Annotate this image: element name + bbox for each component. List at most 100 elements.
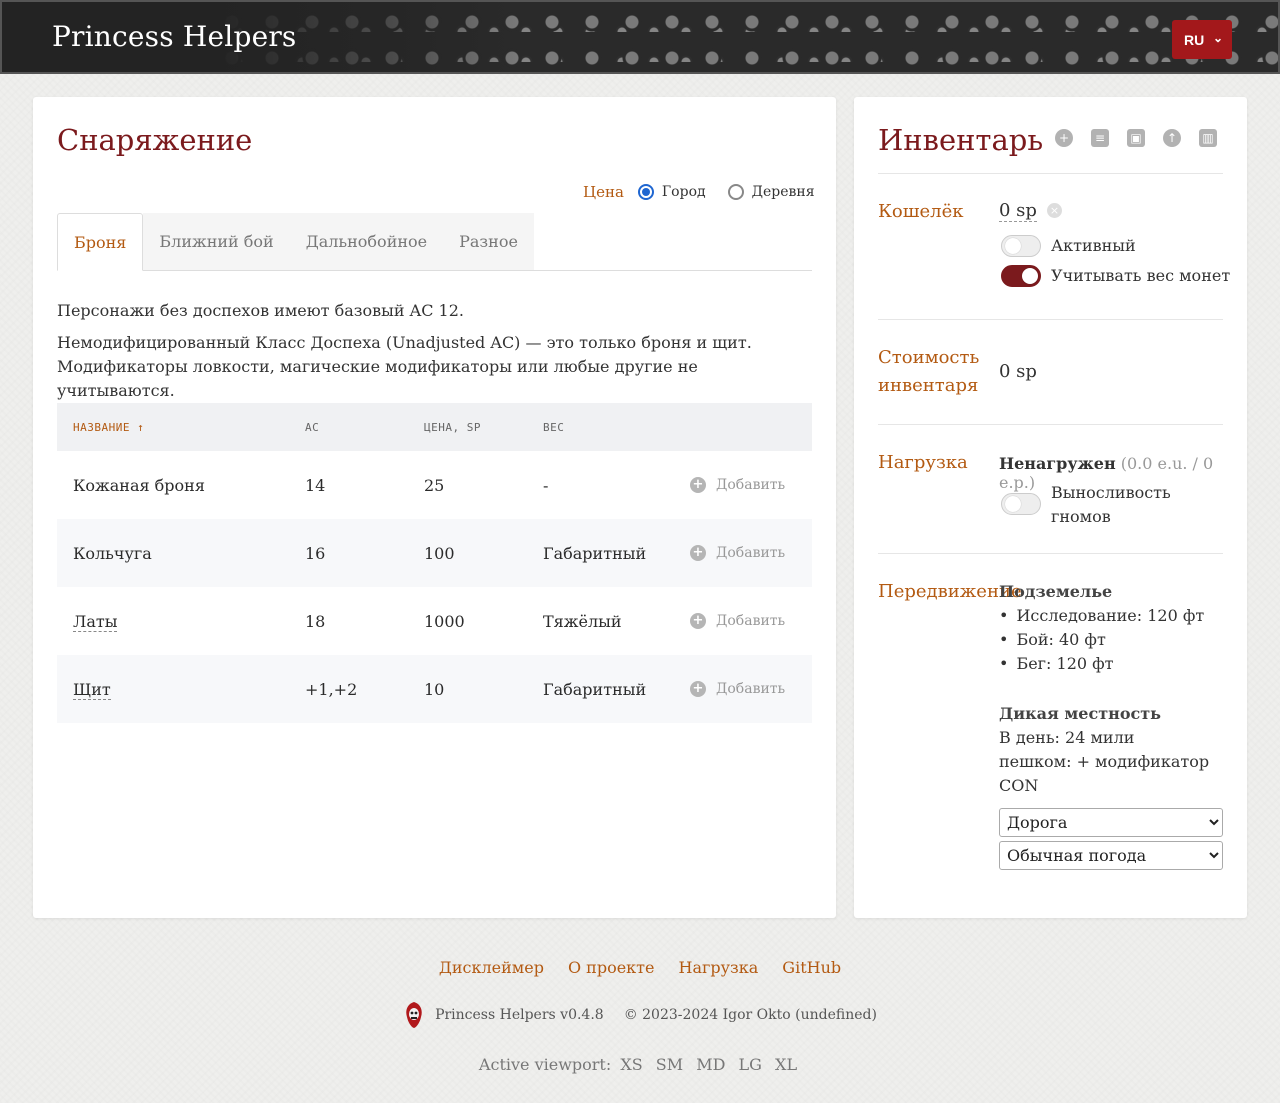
active-switch[interactable] <box>1001 235 1041 257</box>
item-price: 100 <box>408 519 527 587</box>
table-row: Латы 18 1000 Тяжёлый + Добавить <box>57 587 812 655</box>
language-select[interactable]: RU ⌄ <box>1172 20 1232 59</box>
plus-circle-icon: + <box>690 545 706 561</box>
plus-circle-icon: + <box>690 477 706 493</box>
chevron-down-icon: ⌄ <box>1212 31 1223 45</box>
breakpoint-md: MD <box>696 1055 726 1074</box>
column-header-ac[interactable]: AC <box>289 403 408 451</box>
purse-active-toggle[interactable]: Активный <box>1001 234 1136 258</box>
add-item-button[interactable]: + Добавить <box>690 681 812 697</box>
item-price: 25 <box>424 475 445 495</box>
trash-icon[interactable]: ▥ <box>1199 129 1217 147</box>
table-row: Кольчуга 16 100 Габаритный + Добавить <box>57 519 812 587</box>
divider <box>878 424 1223 425</box>
plus-circle-icon: + <box>690 681 706 697</box>
item-name: Кожаная броня <box>73 475 205 495</box>
load-label: Нагрузка <box>878 452 968 473</box>
item-price: 1000 <box>424 611 465 631</box>
add-item-button[interactable]: + Добавить <box>690 477 812 493</box>
armor-table: НАЗВАНИЕ ↑ AC ЦЕНА, SP ВЕС Кожаная броня… <box>57 403 812 723</box>
coin-weight-toggle[interactable]: Учитывать вес монет <box>1001 264 1230 288</box>
tab-ranged[interactable]: Дальнобойное <box>289 213 444 270</box>
list-item: Бой: 40 фт <box>999 628 1204 652</box>
divider <box>878 319 1223 320</box>
list-item: Бег: 120 фт <box>999 652 1204 676</box>
item-name[interactable]: Щит <box>73 679 111 700</box>
footer-link-about[interactable]: О проекте <box>568 958 655 977</box>
inventory-card: Инвентарь + ≡ ▣ ↑ ▥ Кошелёк 0 sp × Активн… <box>854 97 1247 918</box>
coins-icon[interactable]: ≡ <box>1091 129 1109 147</box>
active-viewport: Active viewport: XS SM MD LG XL <box>478 1055 798 1074</box>
price-label: Цена <box>583 183 624 201</box>
list-item: Исследование: 120 фт <box>999 604 1204 628</box>
purse-value-row: 0 sp × <box>999 200 1062 222</box>
inventory-toolbar: + ≡ ▣ ↑ ▥ <box>1055 129 1235 147</box>
tab-melee[interactable]: Ближний бой <box>143 213 290 270</box>
price-selector: Цена Город Деревня <box>583 183 837 201</box>
dungeon-title: Подземелье <box>999 582 1113 601</box>
item-price: 10 <box>408 655 527 723</box>
divider <box>878 553 1223 554</box>
item-weight: Тяжёлый <box>543 611 622 631</box>
radio-village[interactable]: Деревня <box>727 184 815 200</box>
plus-circle-icon: + <box>690 613 706 629</box>
purse-value[interactable]: 0 sp <box>999 200 1037 222</box>
table-row: Кожаная броня 14 25 - + Добавить <box>57 451 812 519</box>
top-bar: Princess Helpers RU ⌄ <box>0 0 1280 74</box>
wilderness-title: Дикая местность <box>999 704 1162 723</box>
item-weight: - <box>543 475 549 495</box>
app-version: Princess Helpers v0.4.8 <box>435 1007 604 1023</box>
radio-city[interactable]: Город <box>637 184 706 200</box>
language-value: RU <box>1184 31 1205 48</box>
item-name[interactable]: Латы <box>73 611 118 632</box>
inventory-title: Инвентарь <box>878 123 1044 157</box>
footer-version-row: Princess Helpers v0.4.8 © 2023-2024 Igor… <box>0 1001 1280 1029</box>
coin-weight-switch[interactable] <box>1001 265 1041 287</box>
princess-logo-icon <box>406 1002 422 1028</box>
item-weight: Габаритный <box>527 519 674 587</box>
item-weight: Габаритный <box>527 655 674 723</box>
footer-links: Дисклеймер О проекте Нагрузка GitHub <box>0 958 1280 977</box>
clear-icon[interactable]: × <box>1046 203 1062 218</box>
briefcase-icon[interactable]: ▣ <box>1127 129 1145 147</box>
radio-village-indicator[interactable] <box>727 184 744 200</box>
armor-description-unadjusted: Немодифицированный Класс Доспеха (Unadju… <box>57 333 752 400</box>
footer-link-github[interactable]: GitHub <box>782 958 841 977</box>
table-row: Щит +1,+2 10 Габаритный + Добавить <box>57 655 812 723</box>
armor-description-base: Персонажи без доспехов имеют базовый AC … <box>57 301 464 320</box>
breakpoint-lg: LG <box>738 1055 762 1074</box>
load-status: Ненагружен <box>999 454 1116 473</box>
equipment-tabs: Броня Ближний бой Дальнобойное Разное <box>57 213 812 271</box>
movement-dungeon: Подземелье Исследование: 120 фт Бой: 40 … <box>999 580 1204 676</box>
tab-misc[interactable]: Разное <box>443 213 534 270</box>
radio-city-indicator[interactable] <box>637 184 654 200</box>
inventory-cost-value: 0 sp <box>999 361 1037 382</box>
dwarf-endurance-switch[interactable] <box>1001 493 1041 515</box>
plus-circle-icon[interactable]: + <box>1055 129 1073 147</box>
column-header-weight[interactable]: ВЕС <box>527 403 674 451</box>
footer-link-disclaimer[interactable]: Дисклеймер <box>439 958 544 977</box>
add-item-button[interactable]: + Добавить <box>690 545 812 561</box>
item-ac: +1,+2 <box>289 655 408 723</box>
dungeon-list: Исследование: 120 фт Бой: 40 фт Бег: 120… <box>999 604 1204 676</box>
movement-wilderness: Дикая местность В день: 24 мили пешком: … <box>999 704 1210 795</box>
terrain-select[interactable]: Дорога <box>999 808 1223 837</box>
inventory-cost-label: Стоимость инвентаря <box>878 347 980 396</box>
column-header-price[interactable]: ЦЕНА, SP <box>408 403 527 451</box>
copyright: © 2023-2024 Igor Okto (undefined) <box>623 1007 877 1023</box>
tab-armor[interactable]: Броня <box>57 213 144 271</box>
breakpoint-xs: XS <box>620 1055 643 1074</box>
footer-link-encumbrance[interactable]: Нагрузка <box>679 958 759 977</box>
breakpoint-sm: SM <box>655 1055 684 1074</box>
app-brand[interactable]: Princess Helpers <box>52 20 297 53</box>
equipment-card: Снаряжение Цена Город Деревня Броня Ближ… <box>33 97 836 918</box>
item-name: Кольчуга <box>57 519 289 587</box>
weather-select[interactable]: Обычная погода <box>999 841 1223 870</box>
dwarf-endurance-toggle[interactable]: Выносливость гномов <box>1001 481 1171 529</box>
item-ac: 16 <box>289 519 408 587</box>
upload-icon[interactable]: ↑ <box>1163 129 1181 147</box>
item-ac: 14 <box>305 475 326 495</box>
add-item-button[interactable]: + Добавить <box>690 613 812 629</box>
item-ac: 18 <box>305 611 326 631</box>
column-header-name[interactable]: НАЗВАНИЕ ↑ <box>57 403 289 451</box>
